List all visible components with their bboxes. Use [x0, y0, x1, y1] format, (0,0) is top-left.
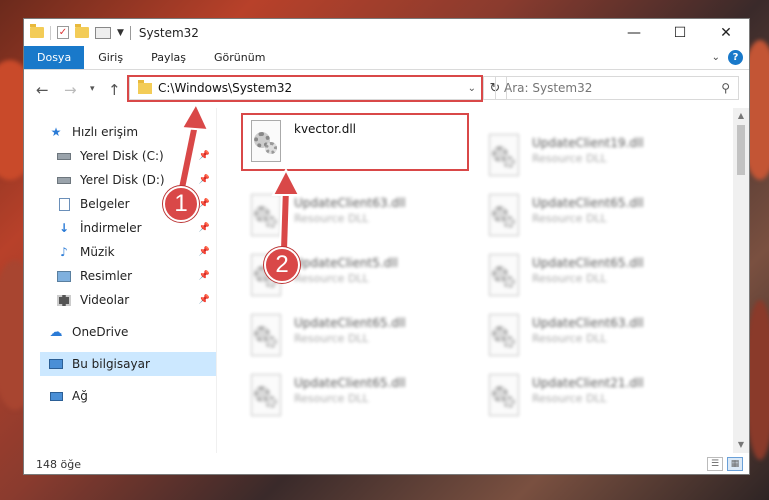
annotation-arrows — [177, 101, 301, 251]
arrow-1-head — [180, 101, 210, 132]
arrow-2-shaft — [281, 187, 289, 251]
arrow-2-head — [271, 167, 301, 196]
step-1-badge: 1 — [163, 186, 199, 222]
step-2-badge: 2 — [264, 247, 300, 283]
